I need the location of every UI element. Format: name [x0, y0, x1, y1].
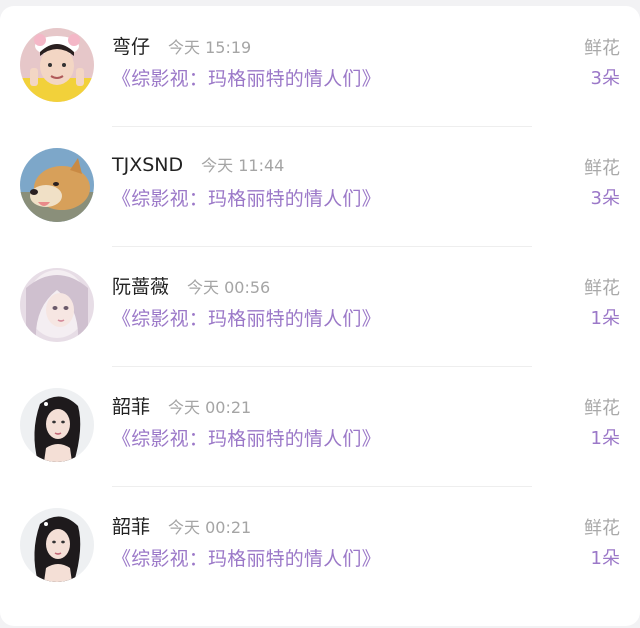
- gift-type: 鲜花: [584, 38, 620, 59]
- sender-name[interactable]: TJXSND: [112, 154, 183, 176]
- timestamp: 今天 00:56: [187, 278, 271, 297]
- list-item[interactable]: 阮蔷薇 今天 00:56 《综影视：玛格丽特的情人们》 鲜花 1朵: [0, 268, 640, 388]
- divider: [112, 366, 532, 367]
- avatar[interactable]: [20, 508, 94, 582]
- sender-name[interactable]: 韶菲: [112, 396, 150, 418]
- work-title-link[interactable]: 《综影视：玛格丽特的情人们》: [112, 544, 381, 571]
- name-line: TJXSND 今天 11:44: [112, 152, 284, 182]
- name-line: 韶菲 今天 00:21: [112, 392, 251, 422]
- timestamp: 今天 15:19: [168, 38, 252, 57]
- girl-photo-avatar-icon: [20, 28, 94, 102]
- avatar[interactable]: [20, 388, 94, 462]
- gift-type: 鲜花: [584, 278, 620, 299]
- timestamp: 今天 11:44: [201, 156, 285, 175]
- sender-name[interactable]: 韶菲: [112, 516, 150, 538]
- name-line: 弯仔 今天 15:19: [112, 32, 251, 62]
- timestamp: 今天 00:21: [168, 398, 252, 417]
- woman-photo-avatar-icon: [20, 508, 94, 582]
- gift-count: 3朵: [590, 68, 620, 89]
- work-title-link[interactable]: 《综影视：玛格丽特的情人们》: [112, 64, 381, 91]
- illustrated-girl-avatar-icon: [20, 268, 94, 342]
- list-item[interactable]: 韶菲 今天 00:21 《综影视：玛格丽特的情人们》 鲜花 1朵: [0, 508, 640, 628]
- gift-record-list: 弯仔 今天 15:19 《综影视：玛格丽特的情人们》 鲜花 3朵 TJXSND 今天…: [0, 6, 640, 626]
- list-item[interactable]: 韶菲 今天 00:21 《综影视：玛格丽特的情人们》 鲜花 1朵: [0, 388, 640, 508]
- list-item[interactable]: TJXSND 今天 11:44 《综影视：玛格丽特的情人们》 鲜花 3朵: [0, 148, 640, 268]
- divider: [112, 126, 532, 127]
- work-title-link[interactable]: 《综影视：玛格丽特的情人们》: [112, 184, 381, 211]
- work-title-link[interactable]: 《综影视：玛格丽特的情人们》: [112, 424, 381, 451]
- gift-type: 鲜花: [584, 518, 620, 539]
- avatar[interactable]: [20, 148, 94, 222]
- avatar[interactable]: [20, 28, 94, 102]
- name-line: 阮蔷薇 今天 00:56: [112, 272, 270, 302]
- name-line: 韶菲 今天 00:21: [112, 512, 251, 542]
- sender-name[interactable]: 弯仔: [112, 36, 150, 58]
- avatar[interactable]: [20, 268, 94, 342]
- dog-photo-avatar-icon: [20, 148, 94, 222]
- gift-count: 3朵: [590, 188, 620, 209]
- divider: [112, 486, 532, 487]
- list-item[interactable]: 弯仔 今天 15:19 《综影视：玛格丽特的情人们》 鲜花 3朵: [0, 28, 640, 148]
- gift-count: 1朵: [590, 308, 620, 329]
- divider: [112, 246, 532, 247]
- gift-count: 1朵: [590, 548, 620, 569]
- gift-type: 鲜花: [584, 398, 620, 419]
- woman-photo-avatar-icon: [20, 388, 94, 462]
- gift-count: 1朵: [590, 428, 620, 449]
- timestamp: 今天 00:21: [168, 518, 252, 537]
- gift-type: 鲜花: [584, 158, 620, 179]
- work-title-link[interactable]: 《综影视：玛格丽特的情人们》: [112, 304, 381, 331]
- sender-name[interactable]: 阮蔷薇: [112, 276, 169, 298]
